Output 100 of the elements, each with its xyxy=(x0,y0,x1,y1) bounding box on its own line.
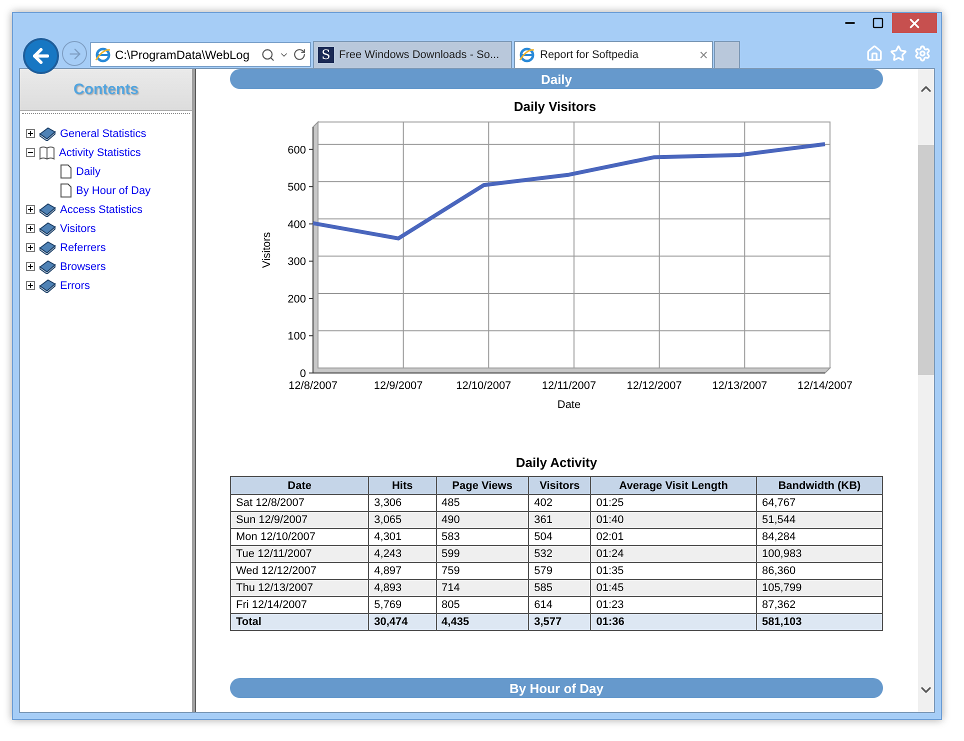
book-icon xyxy=(39,260,56,274)
address-bar[interactable]: C:\ProgramData\WebLog xyxy=(90,42,311,67)
collapse-toggle[interactable] xyxy=(26,148,35,157)
x-tick-label: 12/14/2007 xyxy=(797,380,853,392)
y-tick-label: 600 xyxy=(288,144,306,156)
book-icon xyxy=(39,126,56,140)
expand-toggle[interactable] xyxy=(26,205,35,214)
expand-toggle[interactable] xyxy=(26,129,35,138)
expand-toggle[interactable] xyxy=(26,224,35,233)
table-cell: Fri 12/14/2007 xyxy=(230,596,369,614)
table-cell: 01:23 xyxy=(590,596,756,614)
y-tick-label: 300 xyxy=(288,256,306,268)
table-cell: 87,362 xyxy=(756,596,882,614)
tree-link[interactable]: By Hour of Day xyxy=(76,184,151,196)
close-button[interactable] xyxy=(892,13,937,33)
x-tick-label: 12/10/2007 xyxy=(456,380,512,392)
column-header: Date xyxy=(230,476,369,494)
table-cell: 100,983 xyxy=(756,546,882,562)
table-cell: 84,284 xyxy=(756,528,882,546)
minus-icon xyxy=(27,149,34,156)
table-cell: 402 xyxy=(528,494,591,512)
page-icon xyxy=(60,164,72,179)
tab-title: Free Windows Downloads - So... xyxy=(339,49,500,61)
book-icon xyxy=(39,202,56,216)
total-cell: 30,474 xyxy=(368,614,436,630)
y-tick-label: 400 xyxy=(288,218,306,231)
chart-title: Daily Visitors xyxy=(514,99,596,114)
browser-logo-icon xyxy=(95,46,111,62)
back-button[interactable] xyxy=(23,38,59,74)
expand-toggle[interactable] xyxy=(26,243,35,252)
tree-link[interactable]: Activity Statistics xyxy=(59,146,141,158)
browser-tab[interactable]: S Free Windows Downloads - So... xyxy=(313,41,512,68)
table-cell: 51,544 xyxy=(756,512,882,528)
y-tick-label: 200 xyxy=(288,293,306,306)
expand-toggle[interactable] xyxy=(26,262,35,271)
total-cell: 01:36 xyxy=(590,614,756,630)
table-cell: 579 xyxy=(528,562,591,580)
table-cell: 759 xyxy=(436,562,529,580)
tree-link[interactable]: Referrers xyxy=(60,242,106,254)
tab-title: Report for Softpedia xyxy=(540,49,640,61)
table-cell: 614 xyxy=(528,596,591,614)
table-cell: 86,360 xyxy=(756,562,882,580)
plus-icon xyxy=(27,263,34,270)
table-cell: 583 xyxy=(436,528,529,546)
forward-arrow-icon xyxy=(66,46,82,62)
expand-toggle[interactable] xyxy=(26,281,35,290)
table-cell: 01:35 xyxy=(590,562,756,580)
table-cell: 714 xyxy=(436,580,529,596)
table-cell: 4,301 xyxy=(368,528,436,546)
column-header: Visitors xyxy=(528,476,591,494)
table-cell: Tue 12/11/2007 xyxy=(230,546,369,562)
table-cell: 01:25 xyxy=(590,494,756,512)
page-icon xyxy=(60,183,72,198)
table-cell: 64,767 xyxy=(756,494,882,512)
x-tick-label: 12/13/2007 xyxy=(712,380,768,392)
refresh-icon[interactable] xyxy=(293,48,306,61)
plus-icon xyxy=(27,206,34,213)
column-header: Bandwidth (KB) xyxy=(756,476,882,494)
y-axis-title: Visitors xyxy=(261,232,273,268)
table-cell: 485 xyxy=(436,494,529,512)
table-cell: 01:24 xyxy=(590,546,756,562)
table-cell: 4,897 xyxy=(368,562,436,580)
plus-icon xyxy=(27,225,34,232)
table-cell: 504 xyxy=(528,528,591,546)
total-cell: 581,103 xyxy=(756,614,882,630)
tree-link[interactable]: Visitors xyxy=(60,222,96,234)
sidebar-title: Contents xyxy=(74,81,138,98)
y-tick-label: 100 xyxy=(288,330,306,343)
y-tick-label: 500 xyxy=(288,182,306,194)
tree-link[interactable]: General Statistics xyxy=(60,128,146,140)
search-icon[interactable] xyxy=(261,48,275,62)
book-icon xyxy=(39,240,56,254)
table-cell: 599 xyxy=(436,546,529,562)
table-cell: Thu 12/13/2007 xyxy=(230,580,369,596)
x-tick-label: 12/12/2007 xyxy=(626,380,682,392)
book-icon xyxy=(39,222,56,236)
star-icon[interactable] xyxy=(890,45,907,62)
tree-link[interactable]: Browsers xyxy=(60,260,106,272)
table-cell: 105,799 xyxy=(756,580,882,596)
open-book-icon xyxy=(39,146,55,160)
x-tick-label: 12/8/2007 xyxy=(288,380,338,392)
site-logo: S xyxy=(318,47,334,63)
x-tick-label: 12/11/2007 xyxy=(542,380,596,392)
scrollbar-thumb[interactable] xyxy=(918,145,934,375)
tree-link[interactable]: Daily xyxy=(76,166,100,178)
total-cell: 3,577 xyxy=(528,614,591,630)
tree-link[interactable]: Access Statistics xyxy=(60,204,143,216)
x-tick-label: 12/9/2007 xyxy=(374,380,423,392)
browser-tab[interactable]: Report for Softpedia × xyxy=(514,41,713,68)
total-cell: 4,435 xyxy=(436,614,529,630)
section-heading: Daily xyxy=(230,69,883,89)
tree-link[interactable]: Errors xyxy=(60,280,90,292)
column-header: Hits xyxy=(368,476,436,494)
plus-icon xyxy=(27,282,34,289)
plus-icon xyxy=(27,130,34,137)
column-header: Average Visit Length xyxy=(590,476,756,494)
table-cell: 01:40 xyxy=(590,512,756,528)
scrollbar[interactable] xyxy=(918,69,934,712)
close-tab-button[interactable]: × xyxy=(699,46,708,64)
browser-logo-icon xyxy=(519,47,535,63)
